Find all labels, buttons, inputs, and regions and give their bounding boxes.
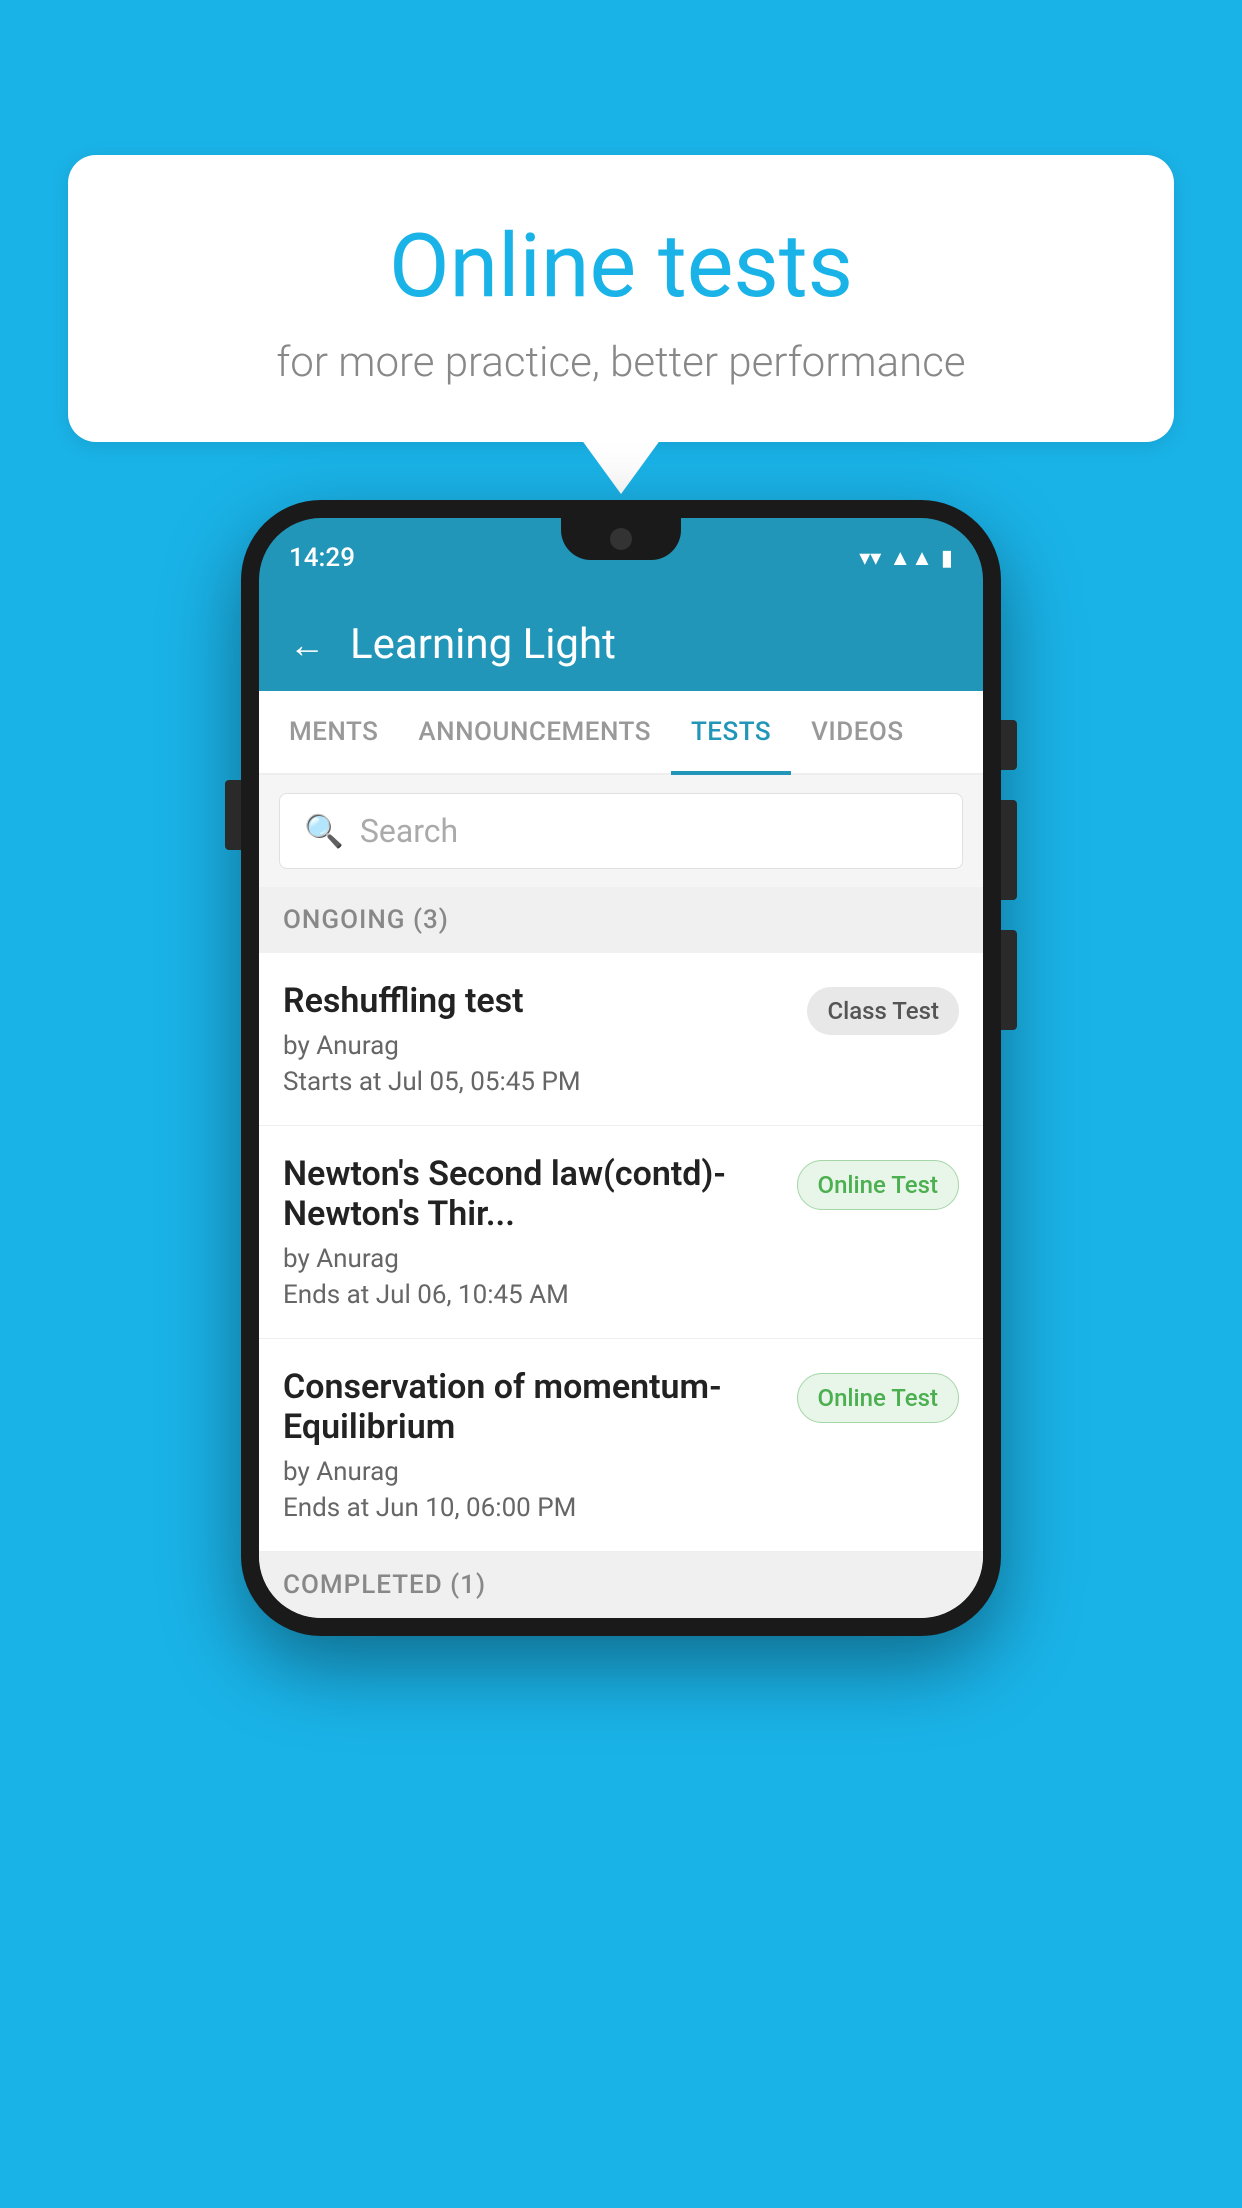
test-time-conservation: Ends at Jun 10, 06:00 PM	[283, 1493, 781, 1523]
volume-down-button-right[interactable]	[1001, 930, 1017, 1030]
test-item-newtons[interactable]: Newton's Second law(contd)-Newton's Thir…	[259, 1126, 983, 1339]
test-time-reshuffling: Starts at Jul 05, 05:45 PM	[283, 1067, 791, 1097]
test-info-newtons: Newton's Second law(contd)-Newton's Thir…	[283, 1154, 781, 1310]
volume-down-button[interactable]	[225, 780, 241, 850]
test-by-newtons: by Anurag	[283, 1244, 781, 1274]
signal-icon: ▲▲	[889, 545, 933, 571]
tab-videos[interactable]: VIDEOS	[791, 691, 923, 773]
tabs-bar: MENTS ANNOUNCEMENTS TESTS VIDEOS	[259, 691, 983, 775]
volume-up-button[interactable]	[1001, 800, 1017, 900]
bubble-title: Online tests	[118, 215, 1124, 318]
search-bar[interactable]: 🔍 Search	[279, 793, 963, 869]
phone-notch	[561, 518, 681, 560]
test-item-conservation[interactable]: Conservation of momentum-Equilibrium by …	[259, 1339, 983, 1552]
search-container: 🔍 Search	[259, 775, 983, 887]
tab-announcements[interactable]: ANNOUNCEMENTS	[398, 691, 671, 773]
test-item-reshuffling[interactable]: Reshuffling test by Anurag Starts at Jul…	[259, 953, 983, 1126]
app-header: ← Learning Light	[259, 598, 983, 691]
phone-body: 14:29 ▾▾ ▲▲ ▮ ← Learning Light MENTS	[241, 500, 1001, 1636]
tab-tests[interactable]: TESTS	[671, 691, 791, 773]
completed-section-header: COMPLETED (1)	[259, 1552, 983, 1618]
phone-frame: 14:29 ▾▾ ▲▲ ▮ ← Learning Light MENTS	[241, 500, 1001, 1636]
test-name-reshuffling: Reshuffling test	[283, 981, 791, 1021]
status-icons: ▾▾ ▲▲ ▮	[859, 545, 953, 571]
ongoing-label: ONGOING (3)	[283, 905, 449, 935]
test-badge-conservation: Online Test	[797, 1373, 959, 1423]
status-bar: 14:29 ▾▾ ▲▲ ▮	[259, 518, 983, 598]
test-by-conservation: by Anurag	[283, 1457, 781, 1487]
search-icon: 🔍	[304, 812, 344, 850]
search-placeholder: Search	[360, 812, 458, 850]
test-time-newtons: Ends at Jul 06, 10:45 AM	[283, 1280, 781, 1310]
speech-bubble: Online tests for more practice, better p…	[68, 155, 1174, 442]
test-badge-reshuffling: Class Test	[807, 987, 959, 1035]
back-button[interactable]: ←	[289, 624, 325, 666]
bubble-subtitle: for more practice, better performance	[118, 338, 1124, 387]
status-time: 14:29	[289, 543, 355, 573]
ongoing-section-header: ONGOING (3)	[259, 887, 983, 953]
app-title: Learning Light	[350, 620, 616, 669]
test-name-newtons: Newton's Second law(contd)-Newton's Thir…	[283, 1154, 781, 1234]
completed-label: COMPLETED (1)	[283, 1570, 486, 1600]
phone-screen: ← Learning Light MENTS ANNOUNCEMENTS TES…	[259, 598, 983, 1618]
test-badge-newtons: Online Test	[797, 1160, 959, 1210]
test-by-reshuffling: by Anurag	[283, 1031, 791, 1061]
test-info-reshuffling: Reshuffling test by Anurag Starts at Jul…	[283, 981, 791, 1097]
power-button[interactable]	[1001, 720, 1017, 770]
front-camera	[610, 528, 632, 550]
tab-ments[interactable]: MENTS	[269, 691, 398, 773]
wifi-icon: ▾▾	[859, 546, 881, 571]
test-info-conservation: Conservation of momentum-Equilibrium by …	[283, 1367, 781, 1523]
test-name-conservation: Conservation of momentum-Equilibrium	[283, 1367, 781, 1447]
battery-icon: ▮	[941, 546, 953, 571]
